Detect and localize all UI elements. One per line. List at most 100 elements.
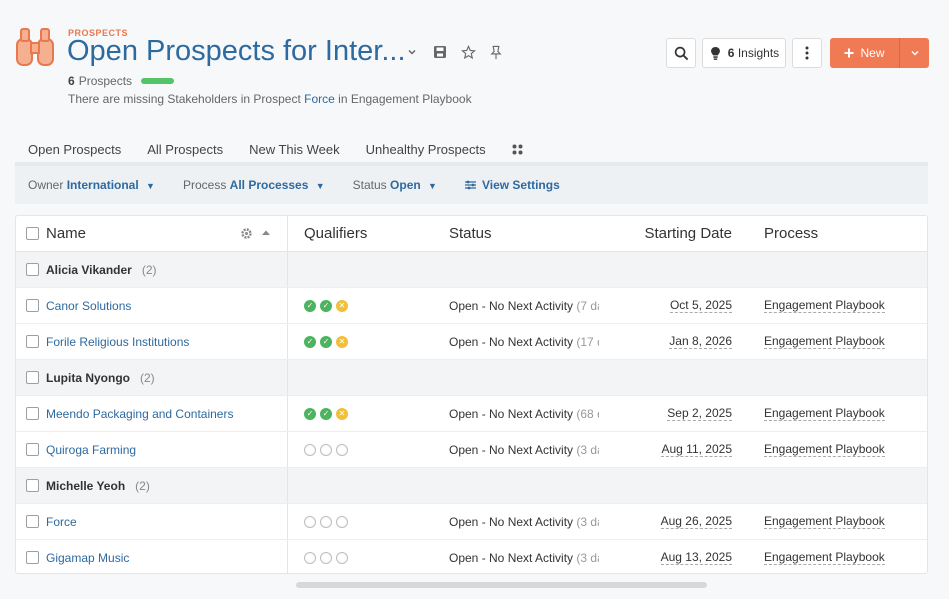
- process-value[interactable]: Engagement Playbook: [764, 514, 885, 529]
- process-value[interactable]: Engagement Playbook: [764, 298, 885, 313]
- group-count: (2): [141, 262, 157, 277]
- warning-prospect-link[interactable]: Force: [304, 92, 335, 106]
- process-value[interactable]: Engagement Playbook: [764, 406, 885, 421]
- group-checkbox[interactable]: [26, 371, 39, 384]
- qualifiers-column-header[interactable]: Qualifiers: [304, 216, 444, 251]
- prospect-name-link[interactable]: Forile Religious Institutions: [46, 335, 189, 349]
- status-filter[interactable]: Status Open ▼: [353, 178, 437, 192]
- starting-date-cell: Aug 26, 2025: [604, 504, 732, 539]
- prospect-name-link[interactable]: Gigamap Music: [46, 551, 129, 565]
- starting-date-cell: Sep 2, 2025: [604, 396, 732, 431]
- insights-button[interactable]: 6 Insights: [702, 38, 786, 68]
- row-checkbox[interactable]: [26, 443, 39, 456]
- tab-all-prospects[interactable]: All Prospects: [134, 132, 236, 162]
- starting-date-value[interactable]: Aug 26, 2025: [660, 514, 732, 529]
- process-cell: Engagement Playbook: [764, 288, 927, 323]
- starting-date-value[interactable]: Aug 13, 2025: [660, 550, 732, 565]
- group-owner-name[interactable]: Michelle Yeoh: [46, 479, 125, 493]
- row-checkbox[interactable]: [26, 551, 39, 564]
- pin-icon[interactable]: [488, 44, 504, 60]
- process-cell: Engagement Playbook: [764, 540, 927, 573]
- empty-circle-icon[interactable]: [320, 515, 332, 528]
- process-column-header[interactable]: Process: [764, 216, 927, 251]
- sort-ascending-icon[interactable]: [261, 227, 271, 240]
- check-circle-icon[interactable]: ✓: [304, 407, 316, 420]
- row-checkbox[interactable]: [26, 407, 39, 420]
- empty-circle-icon[interactable]: [320, 443, 332, 456]
- status-column-header[interactable]: Status: [449, 216, 599, 251]
- chevron-down-icon[interactable]: [404, 44, 420, 60]
- gear-icon[interactable]: [240, 227, 253, 240]
- empty-circle-icon[interactable]: [304, 551, 316, 564]
- empty-circle-icon[interactable]: [336, 443, 348, 456]
- check-circle-icon[interactable]: ✓: [320, 407, 332, 420]
- warning-circle-icon[interactable]: ✕: [336, 299, 348, 312]
- name-header-label[interactable]: Name: [46, 225, 86, 242]
- prospect-name-link[interactable]: Canor Solutions: [46, 299, 131, 313]
- prospect-name-link[interactable]: Quiroga Farming: [46, 443, 136, 457]
- process-value[interactable]: Engagement Playbook: [764, 334, 885, 349]
- tab-unhealthy-prospects[interactable]: Unhealthy Prospects: [353, 132, 499, 162]
- header-actions: 6 Insights New: [666, 38, 929, 68]
- table-header: Name Qualifiers Status Starting Date Pro…: [16, 216, 927, 252]
- binoculars-icon: [16, 28, 54, 66]
- status-text: Open - No Next Activity: [449, 550, 574, 565]
- horizontal-scrollbar[interactable]: [296, 582, 707, 588]
- group-checkbox[interactable]: [26, 479, 39, 492]
- status-age: (3 day: [576, 514, 599, 529]
- owner-filter-value: International: [66, 178, 139, 192]
- tab-open-prospects[interactable]: Open Prospects: [15, 132, 134, 162]
- row-checkbox[interactable]: [26, 335, 39, 348]
- warning-circle-icon[interactable]: ✕: [336, 335, 348, 348]
- empty-circle-icon[interactable]: [320, 551, 332, 564]
- view-settings-button[interactable]: View Settings: [464, 178, 560, 192]
- grid-icon[interactable]: [499, 132, 536, 162]
- lightbulb-icon: [710, 46, 720, 60]
- prospect-name-link[interactable]: Force: [46, 515, 77, 529]
- starting-date-value[interactable]: Aug 11, 2025: [661, 442, 732, 457]
- owner-filter[interactable]: Owner International ▼: [28, 178, 155, 192]
- chevron-down-icon: [910, 50, 919, 56]
- process-filter[interactable]: Process All Processes ▼: [183, 178, 325, 192]
- empty-circle-icon[interactable]: [304, 443, 316, 456]
- save-icon[interactable]: [432, 44, 448, 60]
- search-button[interactable]: [666, 38, 696, 68]
- empty-circle-icon[interactable]: [336, 515, 348, 528]
- row-checkbox[interactable]: [26, 515, 39, 528]
- process-value[interactable]: Engagement Playbook: [764, 442, 885, 457]
- new-dropdown-button[interactable]: [899, 38, 929, 68]
- new-button[interactable]: New: [830, 38, 899, 68]
- group-owner-name[interactable]: Lupita Nyongo: [46, 371, 130, 385]
- select-all-checkbox[interactable]: [26, 227, 39, 240]
- empty-circle-icon[interactable]: [336, 551, 348, 564]
- group-name-cell: Lupita Nyongo (2): [16, 360, 288, 395]
- plus-icon: [844, 48, 854, 58]
- name-cell: Meendo Packaging and Containers: [16, 396, 288, 431]
- view-settings-label: View Settings: [481, 178, 560, 192]
- tab-new-this-week[interactable]: New This Week: [236, 132, 353, 162]
- starting-date-value[interactable]: Oct 5, 2025: [669, 298, 732, 313]
- more-options-button[interactable]: [792, 38, 822, 68]
- table-row: Quiroga Farming Open - No Next Activity (…: [16, 432, 927, 468]
- starting-date-cell: Aug 13, 2025: [604, 540, 732, 573]
- process-value[interactable]: Engagement Playbook: [764, 550, 885, 565]
- group-owner-name[interactable]: Alicia Vikander: [46, 263, 132, 277]
- warning-circle-icon[interactable]: ✕: [336, 407, 348, 420]
- missing-stakeholders-warning: There are missing Stakeholders in Prospe…: [68, 92, 472, 106]
- check-circle-icon[interactable]: ✓: [320, 335, 332, 348]
- process-cell: Engagement Playbook: [764, 504, 927, 539]
- group-checkbox[interactable]: [26, 263, 39, 276]
- starting-date-value[interactable]: Sep 2, 2025: [667, 406, 732, 421]
- starting-date-column-header[interactable]: Starting Date: [604, 216, 732, 251]
- prospect-name-link[interactable]: Meendo Packaging and Containers: [46, 407, 233, 421]
- check-circle-icon[interactable]: ✓: [304, 299, 316, 312]
- warning-text-end: in Engagement Playbook: [338, 92, 472, 106]
- check-circle-icon[interactable]: ✓: [320, 299, 332, 312]
- qualifiers-cell: [304, 432, 444, 467]
- row-checkbox[interactable]: [26, 299, 39, 312]
- title-actions: [404, 44, 504, 60]
- check-circle-icon[interactable]: ✓: [304, 335, 316, 348]
- star-icon[interactable]: [460, 44, 476, 60]
- starting-date-value[interactable]: Jan 8, 2026: [669, 334, 732, 349]
- empty-circle-icon[interactable]: [304, 515, 316, 528]
